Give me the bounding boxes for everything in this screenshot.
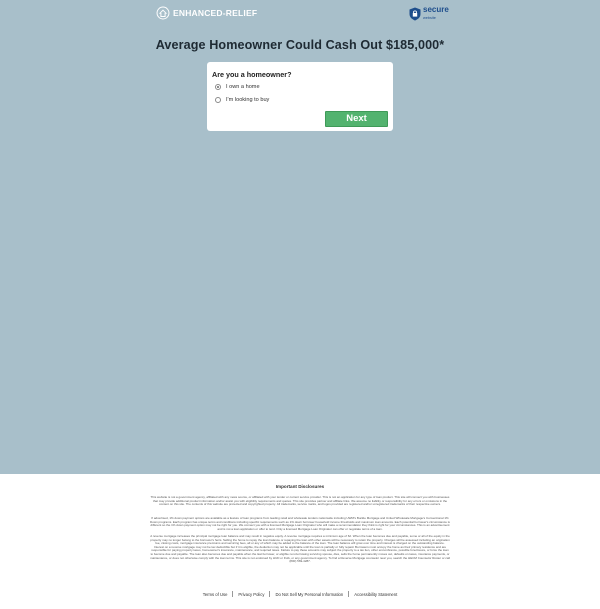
logo-text: ENHANCED-RELIEF — [173, 8, 258, 18]
option-label: I own a home — [226, 84, 260, 90]
lock-shield-icon — [409, 7, 421, 21]
question-label: Are you a homeowner? — [212, 70, 292, 79]
disclosure-paragraph: A reverse mortgage increases the princip… — [150, 534, 450, 564]
looking-to-buy-radio[interactable] — [215, 97, 221, 103]
privacy-policy-link[interactable]: Privacy Policy — [233, 592, 269, 597]
secure-badge: secure website — [409, 6, 449, 22]
terms-of-use-link[interactable]: Terms of Use — [198, 592, 233, 597]
option-own-home[interactable]: I own a home — [215, 84, 260, 90]
top-bar: ENHANCED-RELIEF secure website — [0, 0, 600, 28]
site-logo[interactable]: ENHANCED-RELIEF — [156, 6, 257, 20]
do-not-sell-link[interactable]: Do Not Sell My Personal Information — [270, 592, 348, 597]
disclosure-paragraph: If advertised, 1% down payment options a… — [150, 516, 450, 531]
option-label: I'm looking to buy — [226, 97, 270, 103]
footer: Important Disclosures This website is no… — [0, 474, 600, 609]
secure-sublabel: website — [423, 16, 436, 20]
next-button[interactable]: Next — [325, 111, 388, 127]
disclosures-title: Important Disclosures — [275, 484, 325, 489]
secure-label: secure — [423, 5, 449, 14]
footer-links: Terms of Use Privacy Policy Do Not Sell … — [0, 591, 600, 597]
logo-mark-icon — [156, 6, 170, 20]
option-looking-to-buy[interactable]: I'm looking to buy — [215, 97, 269, 103]
disclosure-paragraph: This website is not a government agency,… — [150, 495, 450, 507]
page-headline: Average Homeowner Could Cash Out $185,00… — [155, 38, 445, 52]
own-home-radio[interactable] — [215, 84, 221, 90]
accessibility-statement-link[interactable]: Accessibility Statement — [349, 592, 402, 597]
